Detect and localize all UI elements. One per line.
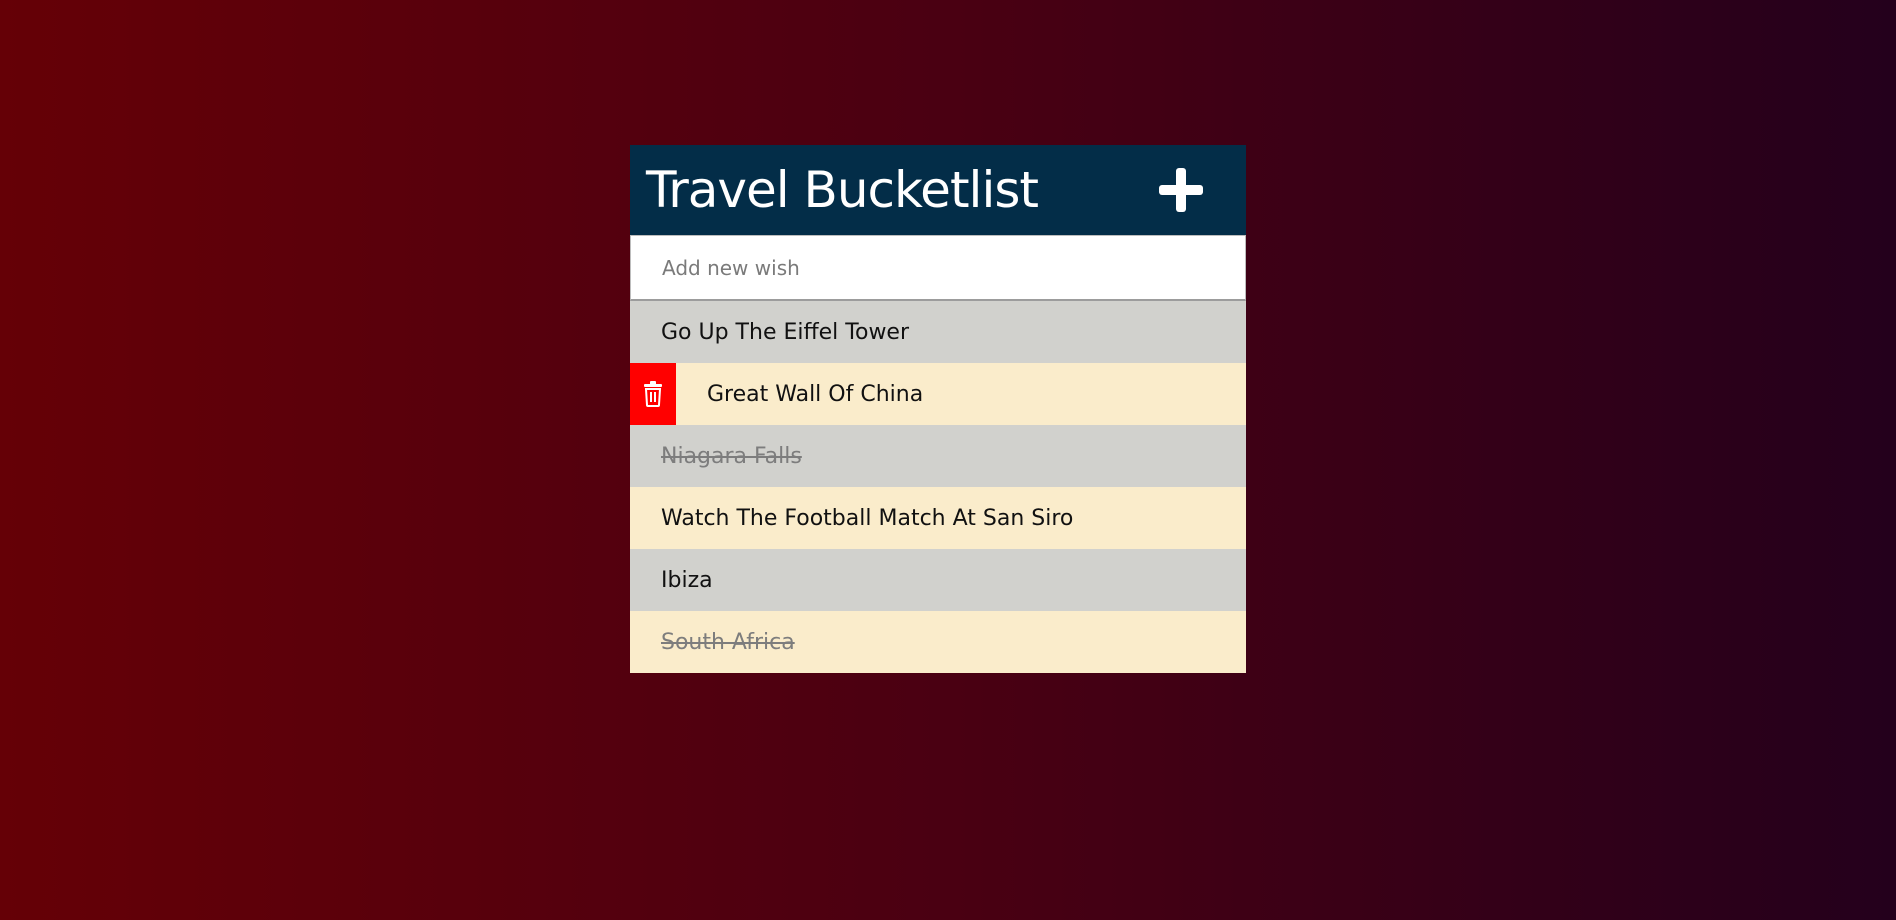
list-item-label: Watch The Football Match At San Siro xyxy=(661,505,1074,531)
list-item[interactable]: Go Up The Eiffel Tower xyxy=(630,301,1246,363)
add-wish-button[interactable] xyxy=(1156,165,1206,215)
wish-list: Go Up The Eiffel Tower Great Wall Of Chi… xyxy=(630,301,1246,673)
list-item[interactable]: Ibiza xyxy=(630,549,1246,611)
trash-icon xyxy=(644,381,662,407)
list-item-label: Ibiza xyxy=(661,567,713,593)
app-header: Travel Bucketlist xyxy=(630,145,1246,235)
plus-icon xyxy=(1159,168,1203,212)
bucketlist-app: Travel Bucketlist Go Up The Eiffel Tower xyxy=(630,145,1246,673)
list-item-label: Great Wall Of China xyxy=(707,381,924,407)
new-wish-input[interactable] xyxy=(631,236,1245,299)
list-item[interactable]: Great Wall Of China xyxy=(630,363,1246,425)
page-title: Travel Bucketlist xyxy=(646,161,1039,219)
list-item[interactable]: Watch The Football Match At San Siro xyxy=(630,487,1246,549)
list-item[interactable]: South Africa xyxy=(630,611,1246,673)
delete-button[interactable] xyxy=(630,363,676,425)
list-item[interactable]: Niagara Falls xyxy=(630,425,1246,487)
list-item-label: South Africa xyxy=(661,629,795,655)
list-item-label: Niagara Falls xyxy=(661,443,802,469)
list-item-label: Go Up The Eiffel Tower xyxy=(661,319,910,345)
new-wish-field-wrapper xyxy=(630,235,1246,301)
